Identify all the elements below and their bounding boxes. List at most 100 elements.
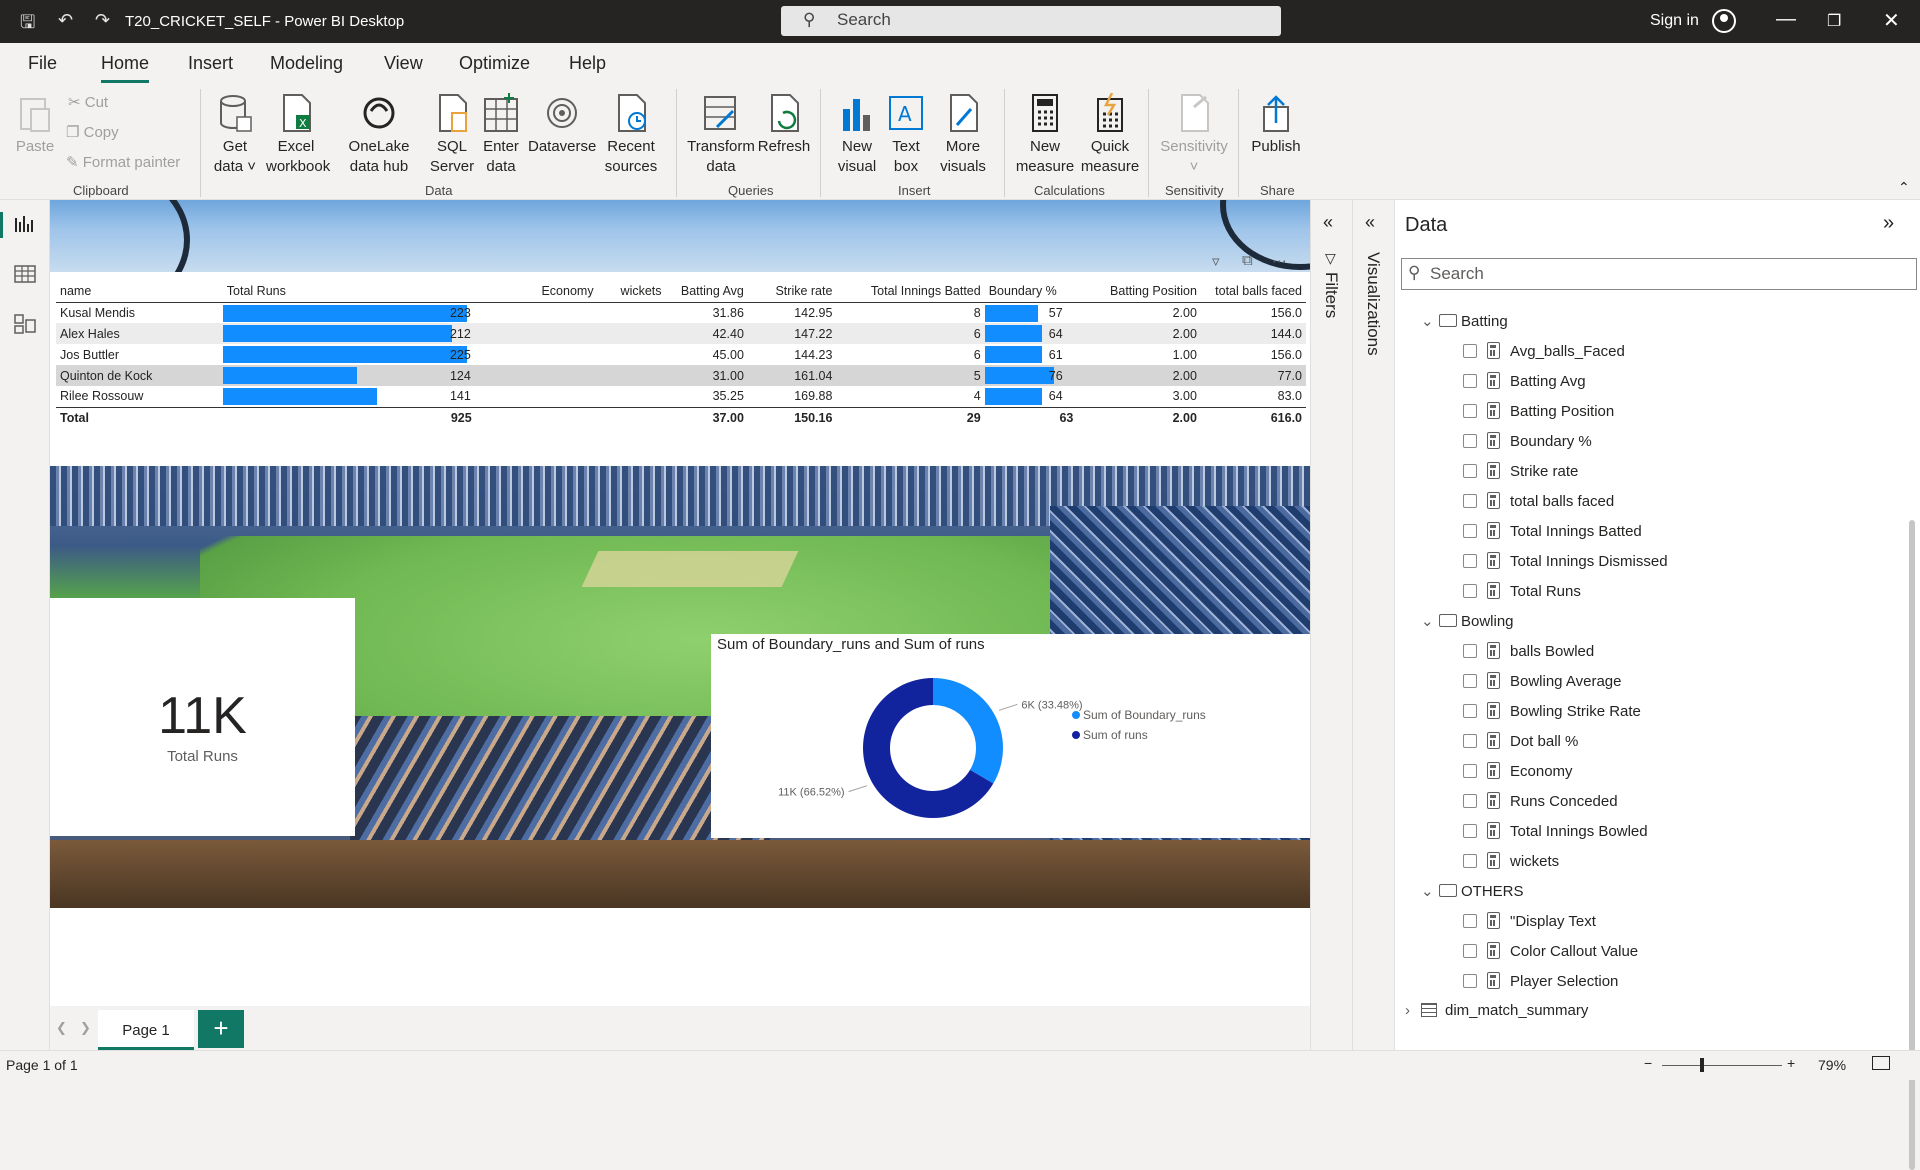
folder-bowling[interactable]: ⌄ Bowling xyxy=(1421,612,1514,630)
field-item[interactable]: Player Selection xyxy=(1463,972,1618,990)
chevron-right-icon[interactable]: › xyxy=(1405,1002,1421,1019)
restore-icon[interactable]: ❐ xyxy=(1827,11,1841,31)
zoom-out-icon[interactable]: − xyxy=(1644,1055,1652,1071)
field-item[interactable]: Economy xyxy=(1463,762,1573,780)
field-checkbox[interactable] xyxy=(1463,824,1477,838)
field-item[interactable]: total balls faced xyxy=(1463,492,1614,510)
field-checkbox[interactable] xyxy=(1463,704,1477,718)
recent-sources-button[interactable]: Recent sources xyxy=(596,93,666,177)
col-header-name[interactable]: name xyxy=(56,280,223,303)
menu-help[interactable]: Help xyxy=(569,53,606,74)
field-item[interactable]: Bowling Average xyxy=(1463,672,1621,690)
table-row[interactable]: Quinton de Kock 124 31.00 161.04 5 76 2.00 77.0 xyxy=(56,365,1306,386)
field-item[interactable]: Total Innings Bowled xyxy=(1463,822,1648,840)
field-checkbox[interactable] xyxy=(1463,644,1477,658)
onelake-button[interactable]: OneLake data hub xyxy=(332,93,426,177)
menu-modeling[interactable]: Modeling xyxy=(270,53,343,74)
refresh-button[interactable]: Refresh xyxy=(756,93,812,157)
page-tab[interactable]: Page 1 xyxy=(98,1010,194,1050)
field-checkbox[interactable] xyxy=(1463,734,1477,748)
col-header-boundary-pct[interactable]: Boundary % xyxy=(984,280,1078,303)
copy-button[interactable]: ❐ Copy xyxy=(66,123,119,141)
col-header-batting-position[interactable]: Batting Position xyxy=(1077,280,1201,303)
field-item[interactable]: balls Bowled xyxy=(1463,642,1594,660)
table-dim-match-summary[interactable]: › dim_match_summary xyxy=(1405,1002,1588,1019)
field-item[interactable]: Dot ball % xyxy=(1463,732,1578,750)
sql-server-button[interactable]: SQL Server xyxy=(428,93,476,177)
field-checkbox[interactable] xyxy=(1463,764,1477,778)
field-item[interactable]: Avg_balls_Faced xyxy=(1463,342,1625,360)
field-checkbox[interactable] xyxy=(1463,404,1477,418)
field-checkbox[interactable] xyxy=(1463,344,1477,358)
new-visual-button[interactable]: New visual xyxy=(830,93,884,177)
table-row[interactable]: Jos Buttler 225 45.00 144.23 6 61 1.00 156.0 xyxy=(56,344,1306,365)
format-painter-button[interactable]: ✎ Format painter xyxy=(66,153,180,171)
col-header-batting-avg[interactable]: Batting Avg xyxy=(665,280,748,303)
more-visuals-button[interactable]: More visuals xyxy=(930,93,996,177)
sensitivity-button[interactable]: Sensitivity ˅ xyxy=(1156,93,1232,177)
expand-filters-icon[interactable]: « xyxy=(1323,212,1333,233)
quick-measure-button[interactable]: Quick measure xyxy=(1078,93,1142,177)
folder-batting[interactable]: ⌄ Batting xyxy=(1421,312,1508,330)
table-view-icon[interactable] xyxy=(14,264,36,284)
new-measure-button[interactable]: New measure xyxy=(1014,93,1076,177)
close-icon[interactable]: ✕ xyxy=(1883,8,1900,33)
legend-item-boundary[interactable]: Sum of Boundary_runs xyxy=(1072,708,1206,722)
field-item[interactable]: Total Runs xyxy=(1463,582,1581,600)
transform-data-button[interactable]: Transform data xyxy=(686,93,756,177)
dataverse-button[interactable]: Dataverse xyxy=(528,93,596,157)
field-item[interactable]: Bowling Strike Rate xyxy=(1463,702,1641,720)
field-checkbox[interactable] xyxy=(1463,584,1477,598)
chevron-down-icon[interactable]: ⌄ xyxy=(1421,312,1437,330)
collapse-ribbon-icon[interactable]: ⌃ xyxy=(1898,179,1910,196)
donut-slice-0[interactable] xyxy=(933,678,1003,784)
focus-mode-icon[interactable]: ⧉ xyxy=(1242,252,1253,269)
menu-file[interactable]: File xyxy=(28,53,57,74)
publish-button[interactable]: Publish xyxy=(1248,93,1304,157)
col-header-balls-faced[interactable]: total balls faced xyxy=(1200,280,1306,303)
donut-chart-visual[interactable]: Sum of Boundary_runs and Sum of runs 6K … xyxy=(711,634,1310,838)
field-item[interactable]: Total Innings Dismissed xyxy=(1463,552,1668,570)
filter-visual-icon[interactable]: ▿ xyxy=(1212,252,1220,270)
field-checkbox[interactable] xyxy=(1463,524,1477,538)
col-header-innings-batted[interactable]: Total Innings Batted xyxy=(836,280,985,303)
menu-insert[interactable]: Insert xyxy=(188,53,233,74)
table-row[interactable]: Kusal Mendis 223 31.86 142.95 8 57 2.00 156.0 xyxy=(56,302,1306,323)
field-checkbox[interactable] xyxy=(1463,674,1477,688)
field-item[interactable]: Color Callout Value xyxy=(1463,942,1638,960)
field-item[interactable]: Strike rate xyxy=(1463,462,1578,480)
field-item[interactable]: Boundary % xyxy=(1463,432,1592,450)
col-header-wickets[interactable]: wickets xyxy=(597,280,666,303)
field-checkbox[interactable] xyxy=(1463,464,1477,478)
field-item[interactable]: Runs Conceded xyxy=(1463,792,1618,810)
model-view-icon[interactable] xyxy=(14,314,36,334)
col-header-total-runs[interactable]: Total Runs xyxy=(222,280,532,303)
global-search-input[interactable]: ⚲ Search xyxy=(781,6,1281,36)
cut-button[interactable]: ✂ Cut xyxy=(68,93,108,111)
account-icon[interactable] xyxy=(1712,9,1736,33)
next-page-icon[interactable]: ❯ xyxy=(80,1020,91,1036)
filters-pane-collapsed[interactable]: « ▽ Filters xyxy=(1310,200,1352,1050)
prev-page-icon[interactable]: ❮ xyxy=(56,1020,67,1036)
total-runs-card[interactable]: 11K Total Runs xyxy=(50,598,355,836)
get-data-button[interactable]: Get data ˅ xyxy=(210,93,260,177)
report-view-icon[interactable] xyxy=(14,214,36,234)
field-checkbox[interactable] xyxy=(1463,794,1477,808)
table-row[interactable]: Rilee Rossouw 141 35.25 169.88 4 64 3.00 83.0 xyxy=(56,386,1306,407)
sign-in-link[interactable]: Sign in xyxy=(1650,12,1699,30)
field-checkbox[interactable] xyxy=(1463,374,1477,388)
chevron-down-icon[interactable]: ⌄ xyxy=(1421,882,1437,900)
zoom-slider[interactable] xyxy=(1662,1065,1782,1066)
field-checkbox[interactable] xyxy=(1463,974,1477,988)
zoom-in-icon[interactable]: + xyxy=(1787,1055,1795,1071)
add-page-button[interactable]: + xyxy=(198,1010,244,1048)
excel-workbook-button[interactable]: X Excel workbook xyxy=(266,93,330,177)
menu-optimize[interactable]: Optimize xyxy=(459,53,530,74)
folder-others[interactable]: ⌄ OTHERS xyxy=(1421,882,1524,900)
field-item[interactable]: Batting Position xyxy=(1463,402,1614,420)
menu-view[interactable]: View xyxy=(384,53,423,74)
collapse-data-pane-icon[interactable]: » xyxy=(1883,212,1894,235)
text-box-button[interactable]: A Text box xyxy=(884,93,928,177)
more-options-icon[interactable]: ⋯ xyxy=(1272,252,1287,270)
save-icon[interactable]: 🖫 xyxy=(20,10,35,40)
